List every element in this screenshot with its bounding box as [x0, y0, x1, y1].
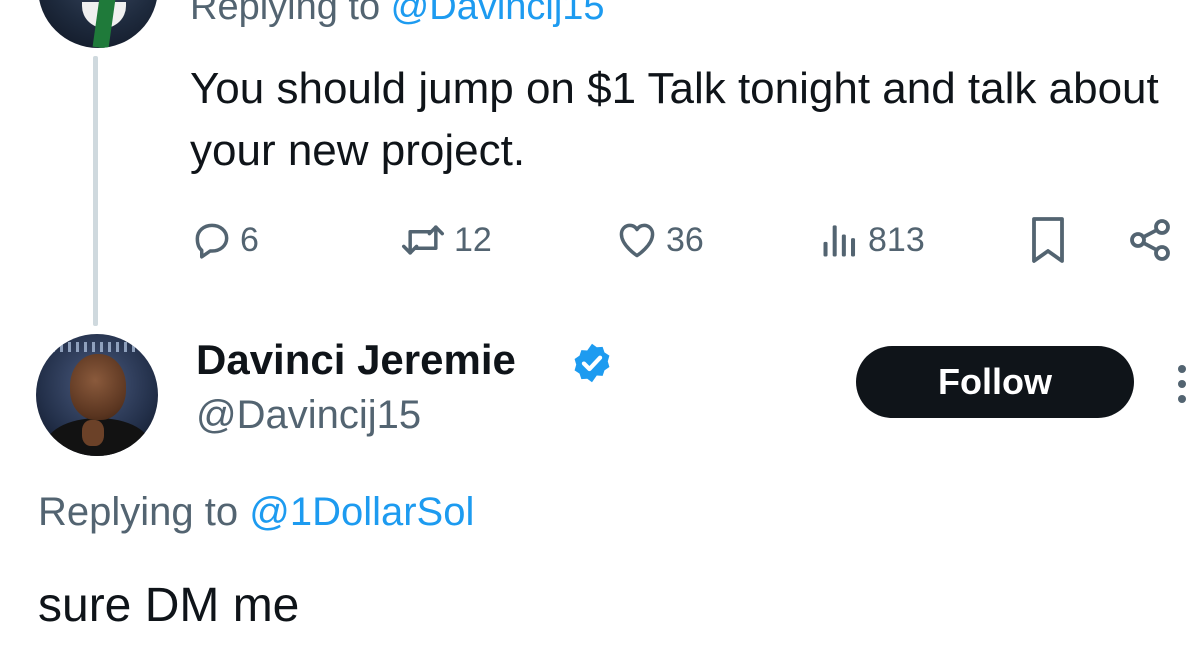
repost-icon: [402, 225, 444, 255]
share-button[interactable]: [1126, 212, 1174, 268]
parent-avatar[interactable]: [38, 0, 158, 48]
like-icon: [619, 223, 655, 258]
more-options-button[interactable]: [1164, 356, 1199, 412]
parent-replying-to: Replying to @Davincij15: [190, 0, 605, 29]
views-icon: [823, 225, 856, 257]
parent-tweet-text: You should jump on $1 Talk tonight and t…: [190, 64, 1159, 175]
davinci-avatar[interactable]: [36, 334, 158, 456]
like-count: 36: [666, 220, 704, 259]
follow-button[interactable]: Follow: [856, 346, 1134, 418]
tweet-thread: Replying to @Davincij15 You should jump …: [0, 0, 1199, 664]
like-button[interactable]: 36: [614, 212, 704, 268]
reply-count: 6: [240, 220, 259, 259]
reply-tweet-text: sure DM me: [38, 579, 300, 632]
parent-replying-mention-link[interactable]: @Davincij15: [391, 0, 605, 28]
author-display-name[interactable]: Davinci Jeremie: [196, 336, 516, 384]
more-dots-icon: [1178, 365, 1186, 373]
verified-badge-icon: [574, 343, 610, 383]
bookmark-button[interactable]: [1024, 212, 1072, 268]
views-count: 813: [868, 220, 925, 259]
bookmark-icon: [1032, 217, 1064, 263]
reply-button[interactable]: 6: [190, 212, 259, 268]
repost-button[interactable]: 12: [398, 212, 492, 268]
share-icon: [1130, 219, 1170, 261]
reply-icon: [195, 223, 229, 259]
author-handle[interactable]: @Davincij15: [196, 393, 421, 438]
reply-replying-mention-link[interactable]: @1DollarSol: [249, 490, 474, 534]
repost-count: 12: [454, 220, 492, 259]
reply-replying-to: Replying to @1DollarSol: [38, 490, 475, 534]
thread-connector-line: [93, 56, 98, 326]
views-button[interactable]: 813: [818, 212, 925, 268]
